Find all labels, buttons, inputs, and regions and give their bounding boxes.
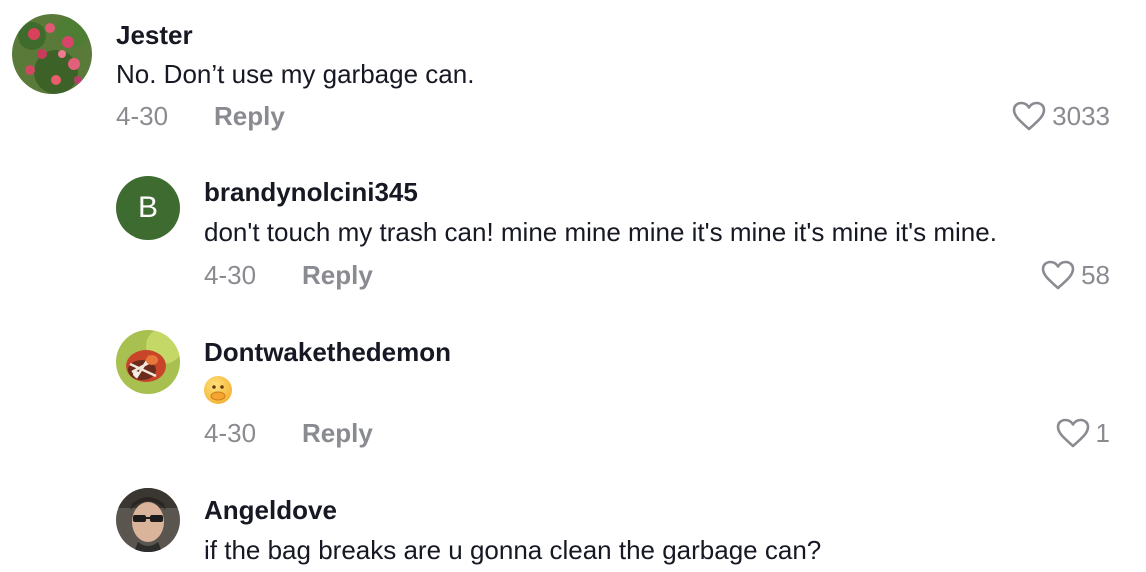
user-avatar[interactable]: B: [116, 176, 180, 240]
like-count: 58: [1081, 260, 1110, 290]
comment-username[interactable]: Jester: [116, 20, 193, 50]
person-avatar-icon: [116, 488, 180, 552]
butterfly-avatar-icon: [116, 330, 180, 394]
like-count: 3033: [1052, 101, 1110, 131]
user-avatar[interactable]: [116, 488, 180, 552]
heart-icon: [1056, 418, 1089, 448]
reply-button[interactable]: Reply: [302, 260, 373, 290]
reply-comment-item: Angeldove if the bag breaks are u gonna …: [0, 478, 1146, 572]
comment-text: don't touch my trash can! mine mine mine…: [204, 217, 997, 247]
comment-text: No. Don’t use my garbage can.: [116, 59, 475, 89]
reply-comment-item: Dontwakethedemon 4-30 Reply 1: [0, 320, 1146, 470]
comment-date: 4-30: [204, 260, 257, 290]
comment-date: 4-30: [116, 101, 169, 131]
comment-username[interactable]: brandynolcini345: [204, 177, 418, 207]
user-avatar[interactable]: [116, 330, 180, 394]
user-avatar[interactable]: [12, 14, 92, 94]
avatar-letter: B: [137, 191, 158, 224]
like-count: 1: [1095, 418, 1110, 448]
flowers-avatar-icon: [12, 14, 92, 94]
comment-username[interactable]: Angeldove: [204, 495, 337, 525]
like-button[interactable]: 1: [1056, 418, 1110, 448]
comment-text: if the bag breaks are u gonna clean the …: [204, 535, 822, 565]
comment-item: Jester No. Don’t use my garbage can. 4-3…: [0, 0, 1146, 150]
reply-comment-item: B brandynolcini345 don't touch my trash …: [0, 160, 1146, 310]
reply-button[interactable]: Reply: [214, 101, 285, 131]
heart-icon: [1012, 101, 1046, 131]
comment-date: 4-30: [204, 418, 257, 448]
comment-username[interactable]: Dontwakethedemon: [204, 337, 451, 367]
reply-button[interactable]: Reply: [302, 418, 373, 448]
hand-over-mouth-emoji-icon: [204, 376, 232, 404]
heart-icon: [1041, 260, 1075, 290]
like-button[interactable]: 58: [1041, 260, 1110, 290]
like-button[interactable]: 3033: [1012, 101, 1110, 131]
